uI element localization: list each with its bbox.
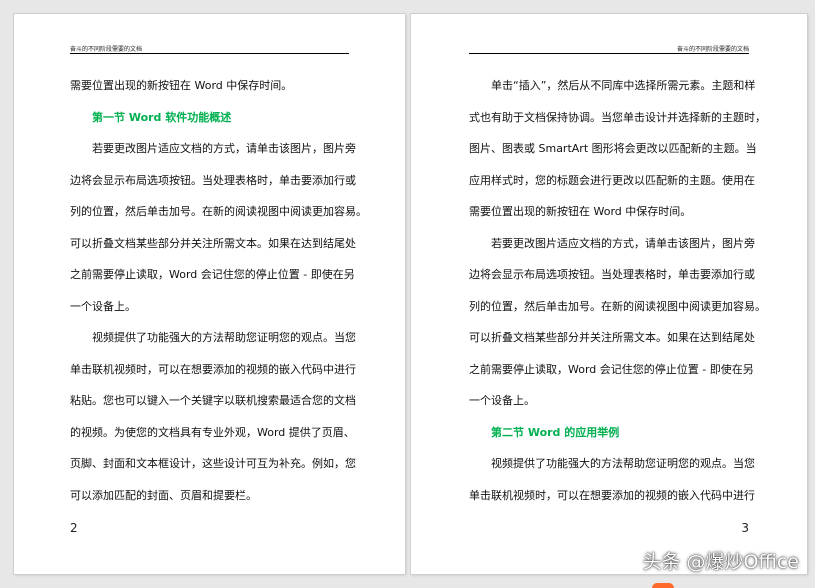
body-line: 式也有助于文档保持协调。当您单击设计并选择新的主题时，	[469, 110, 766, 124]
body-line: 页脚、封面和文本框设计，这些设计可互为补充。例如，您	[70, 457, 356, 470]
body-line: 之前需要停止读取，Word 会记住您的停止位置 - 即使在另	[70, 268, 355, 281]
body-line: 之前需要停止读取，Word 会记住您的停止位置 - 即使在另	[469, 362, 754, 376]
body-line: 若要更改图片适应文档的方式，请单击该图片，图片旁	[92, 142, 356, 155]
page-header-text: 奋斗的不同阶段需要的文档	[676, 46, 749, 53]
page-body[interactable]: 单击“插入”，然后从不同库中选择所需元素。主题和样 式也有助于文档保持协调。当您…	[469, 70, 766, 511]
body-line: 单击“插入”，然后从不同库中选择所需元素。主题和样	[491, 79, 756, 92]
watermark-text: 头条 @爆炒Office	[642, 551, 800, 573]
body-line: 若要更改图片适应文档的方式，请单击该图片，图片旁	[491, 236, 755, 250]
page-body[interactable]: 需要位置出现的新按钮在 Word 中保存时间。 第一节 Word 软件功能概述 …	[70, 70, 367, 511]
body-line: 应用样式时，您的标题会进行更改以匹配新的主题。使用在	[469, 173, 755, 187]
body-line: 可以添加匹配的封面、页眉和提要栏。	[70, 488, 257, 502]
body-line: 图片、图表或 SmartArt 图形将会更改以匹配新的主题。当	[469, 142, 757, 155]
body-line: 单击联机视频时，可以在想要添加的视频的嵌入代码中进行	[70, 362, 356, 376]
page-number: 2	[70, 521, 78, 535]
page-header-text: 奋斗的不同阶段需要的文档	[70, 46, 143, 53]
body-line: 的视频。为使您的文档具有专业外观，Word 提供了页眉、	[70, 425, 355, 439]
body-line: 列的位置，然后单击加号。在新的阅读视图中阅读更加容易。	[469, 299, 766, 313]
body-line: 一个设备上。	[70, 299, 136, 313]
body-line: 视频提供了功能强大的方法帮助您证明您的观点。当您	[491, 457, 755, 470]
body-line: 单击联机视频时，可以在想要添加的视频的嵌入代码中进行	[469, 488, 755, 502]
body-line: 一个设备上。	[469, 394, 535, 407]
body-line: 粘贴。您也可以键入一个关键字以联机搜索最适合您的文档	[70, 394, 356, 407]
page-header-rule	[469, 53, 749, 54]
body-line: 边将会显示布局选项按钮。当处理表格时，单击要添加行或	[70, 173, 356, 187]
document-page-2: 奋斗的不同阶段需要的文档 需要位置出现的新按钮在 Word 中保存时间。 第一节…	[14, 14, 405, 574]
document-page-3: 奋斗的不同阶段需要的文档 单击“插入”，然后从不同库中选择所需元素。主题和样 式…	[411, 14, 807, 574]
body-line: 需要位置出现的新按钮在 Word 中保存时间。	[70, 79, 293, 92]
body-line: 可以折叠文档某些部分并关注所需文本。如果在达到结尾处	[469, 331, 755, 344]
body-line: 需要位置出现的新按钮在 Word 中保存时间。	[469, 205, 692, 218]
section-heading: 第一节 Word 软件功能概述	[92, 110, 232, 124]
body-line: 视频提供了功能强大的方法帮助您证明您的观点。当您	[92, 331, 356, 344]
body-line: 可以折叠文档某些部分并关注所需文本。如果在达到结尾处	[70, 236, 356, 250]
section-heading: 第二节 Word 的应用举例	[491, 425, 620, 439]
body-line: 边将会显示布局选项按钮。当处理表格时，单击要添加行或	[469, 268, 755, 281]
page-header-rule	[70, 53, 349, 54]
page-number: 3	[741, 521, 749, 535]
body-line: 列的位置，然后单击加号。在新的阅读视图中阅读更加容易。	[70, 205, 367, 218]
orange-mark-decoration	[652, 583, 674, 588]
